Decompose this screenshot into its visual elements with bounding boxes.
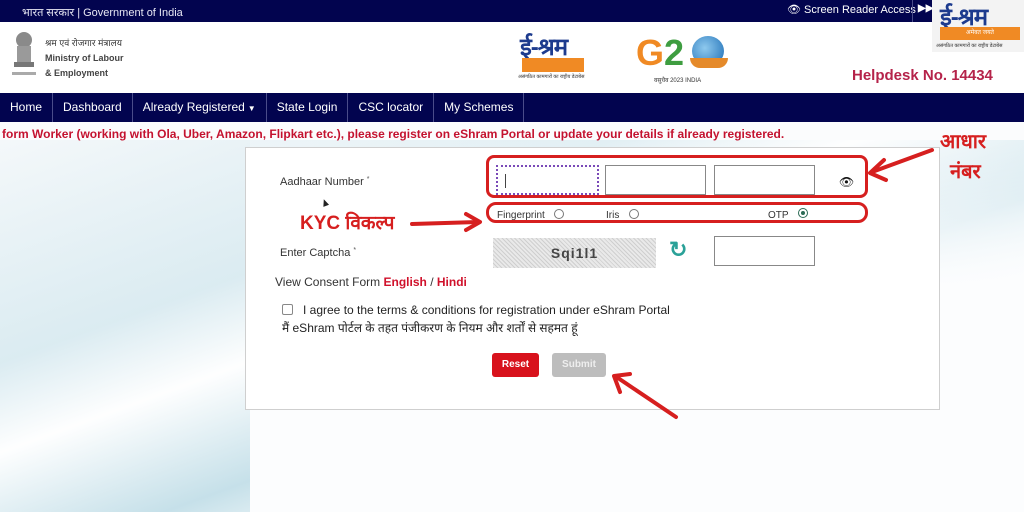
captcha-input[interactable] — [714, 236, 815, 266]
nav-item-label: Home — [10, 100, 43, 114]
agree-checkbox[interactable] — [282, 304, 293, 315]
captcha-label: Enter Captcha * — [280, 247, 356, 259]
nav-item-csc-locator[interactable]: CSC locator — [348, 93, 435, 122]
nav-item-state-login[interactable]: State Login — [267, 93, 349, 122]
submit-button[interactable]: Submit — [552, 353, 606, 377]
ministry-name-line2: & Employment — [45, 68, 109, 78]
nav-item-label: My Schemes — [444, 100, 514, 114]
aadhaar-label-text: Aadhaar Number — [280, 176, 364, 188]
required-mark: * — [353, 247, 357, 254]
caret-down-icon: ▼ — [247, 104, 256, 113]
screen-reader-link[interactable]: 👁︎ Screen Reader Access — [787, 3, 916, 16]
ministry-name: श्रम एवं रोजगार मंत्रालय Ministry of Lab… — [45, 36, 124, 81]
captcha-image: Sqi1l1 — [493, 238, 656, 268]
nav-item-dashboard[interactable]: Dashboard — [53, 93, 133, 122]
nav-item-my-schemes[interactable]: My Schemes — [434, 93, 525, 122]
agree-text-hindi: मैं eShram पोर्टल के तहत पंजीकरण के नियम… — [282, 321, 578, 335]
reset-button[interactable]: Reset — [492, 353, 539, 377]
required-mark: * — [366, 176, 370, 183]
government-label: भारत सरकार | Government of India — [22, 7, 183, 19]
annotation-aadhaar-label-line1: आधार — [940, 131, 987, 153]
ministry-name-line1: Ministry of Labour — [45, 53, 124, 63]
helpdesk-number: Helpdesk No. 14434 — [852, 67, 993, 84]
agree-text-english: I agree to the terms & conditions for re… — [303, 303, 670, 317]
nav-item-already-registered[interactable]: Already Registered ▼ — [133, 93, 267, 122]
government-topbar: भारत सरकार | Government of India 👁︎ Scre… — [0, 0, 1024, 22]
nav-item-label: State Login — [276, 100, 338, 114]
captcha-label-text: Enter Captcha — [280, 247, 351, 259]
g20-letter-g: G — [636, 32, 665, 73]
aadhaar-label: Aadhaar Number * — [280, 176, 370, 188]
nav-item-home[interactable]: Home — [0, 93, 54, 122]
annotation-kyc-box — [486, 202, 868, 223]
annotation-aadhaar-label-line2: नंबर — [950, 161, 981, 183]
consent-english-link[interactable]: English — [384, 275, 427, 289]
notice-text: form Worker (working with Ola, Uber, Ama… — [2, 127, 785, 141]
eshram-corner-logo-subtitle: असंगठित कामगारों का राष्ट्रीय डेटाबेस — [936, 43, 1003, 49]
consent-separator: / — [430, 275, 434, 289]
g20-logo: G 2 वसुधैव 2023 INDIA — [636, 32, 736, 84]
refresh-captcha-icon[interactable]: ↻ — [669, 237, 687, 263]
lotus-icon — [690, 58, 728, 68]
annotation-kyc-label: KYC विकल्प — [300, 213, 395, 234]
annotation-aadhaar-box — [486, 155, 868, 198]
consent-hindi-link[interactable]: Hindi — [437, 275, 467, 289]
main-nav: Home Dashboard Already Registered ▼ State… — [0, 93, 1024, 122]
eshram-corner-tagline: अमेवत जयते — [966, 30, 994, 36]
g20-year: वसुधैव 2023 INDIA — [654, 78, 702, 84]
g20-digit-2: 2 — [664, 32, 685, 73]
national-emblem-icon — [12, 32, 36, 75]
nav-item-label: Already Registered — [142, 100, 245, 114]
eshram-corner-logo-bar: अमेवत जयते — [940, 27, 1020, 40]
consent-form-links: View Consent Form English / Hindi — [275, 275, 467, 289]
eshram-logo[interactable]: ई-श्रम असंगठित कामगारों का राष्ट्रीय डेट… — [518, 30, 588, 82]
nav-item-label: CSC locator — [358, 100, 424, 114]
notice-marquee: form Worker (working with Ola, Uber, Ama… — [0, 127, 1024, 143]
topbar-divider — [912, 0, 913, 22]
eshram-corner-logo: ई-श्रम अमेवत जयते असंगठित कामगारों का रा… — [932, 0, 1024, 52]
eshram-logo-bar — [522, 58, 584, 72]
eshram-logo-subtitle: असंगठित कामगारों का राष्ट्रीय डेटाबेस — [518, 74, 585, 80]
site-header: श्रम एवं रोजगार मंत्रालय Ministry of Lab… — [0, 22, 1024, 93]
eye-slash-icon: 👁︎ — [787, 4, 801, 16]
screen-reader-label: Screen Reader Access — [804, 4, 916, 16]
ministry-name-hindi: श्रम एवं रोजगार मंत्रालय — [45, 38, 123, 48]
nav-item-label: Dashboard — [63, 100, 122, 114]
consent-prefix: View Consent Form — [275, 275, 381, 289]
